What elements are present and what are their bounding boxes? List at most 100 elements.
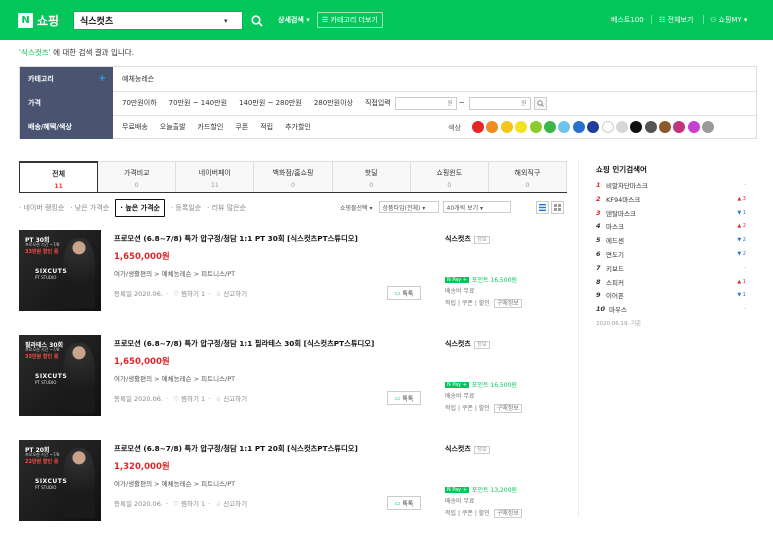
sort-high-price[interactable]: · 높은 가격순 [115, 199, 165, 217]
sort-reviews[interactable]: · 리뷰 많은순 [207, 203, 246, 213]
mall-name[interactable]: 식스컷츠 정보 [445, 234, 490, 244]
plus-icon[interactable]: + [98, 74, 106, 84]
talktalk-button[interactable]: ▭ 톡톡 [387, 496, 421, 510]
tab-6[interactable]: 해외직구 0 [488, 161, 567, 192]
tab-5[interactable]: 쇼핑윈도 0 [410, 161, 489, 192]
popular-keyword-item[interactable]: 7 키보드 - [596, 263, 746, 273]
price-max-input[interactable]: 원 [468, 96, 531, 110]
color-swatch[interactable] [630, 121, 643, 133]
popular-keywords-panel: 쇼핑 인기검색어 1 비말차단마스크 -2 KF94마스크 ▲ 3 3 덴탈마스크 ▼ 14마… [578, 160, 758, 517]
product-title[interactable]: 프로모션 (6.8~7/8) 특가 압구정/청담 1:1 PT 20회 [식스컷… [114, 444, 358, 454]
popular-keyword-item[interactable]: 6 면도기 ▼ 2 [596, 249, 746, 259]
product-title[interactable]: 프로모션 (6.8~7/8) 특가 압구정/청담 1:1 PT 30회 [식스컷… [114, 234, 358, 244]
product-price: 1,650,000원 [114, 252, 170, 262]
popular-keyword-item[interactable]: 5 에드센 ▼ 2 [596, 235, 746, 245]
per-page-select[interactable]: 40개씩 보기 ▾ [442, 201, 511, 213]
color-swatch[interactable] [687, 121, 700, 133]
report-button[interactable]: ♤ 신고하기 [215, 395, 247, 403]
list-view-icon[interactable] [536, 201, 549, 214]
color-swatch[interactable] [515, 121, 528, 133]
color-swatch[interactable] [558, 121, 571, 133]
popular-keyword-item[interactable]: 1 비말차단마스크 - [596, 180, 746, 190]
category-value[interactable]: 예체능레슨 [122, 74, 154, 84]
color-swatch[interactable] [615, 121, 628, 133]
tab-2[interactable]: 네이버페이 11 [176, 161, 255, 192]
shipping-option[interactable]: 적립 [260, 122, 273, 132]
purchase-info-button[interactable]: 구매정보 [493, 299, 522, 308]
product-price: 1,650,000원 [114, 357, 170, 367]
mall-info-tag[interactable]: 정보 [473, 341, 490, 349]
category-more-button[interactable]: ☰ 카테고리 더보기 [317, 12, 383, 28]
purchase-info-button[interactable]: 구매정보 [493, 404, 522, 413]
talktalk-button[interactable]: ▭ 톡톡 [387, 391, 421, 405]
color-swatch[interactable] [572, 121, 585, 133]
price-search-button[interactable] [533, 96, 547, 110]
tab-4[interactable]: 핫딜 0 [332, 161, 411, 192]
product-title[interactable]: 프로모션 (6.8~7/8) 특가 압구정/청담 1:1 필라테스 30회 [식… [114, 339, 374, 349]
mall-select[interactable]: 쇼핑몰선택 ▾ [340, 203, 373, 212]
shipping-option[interactable]: 무료배송 [122, 122, 148, 132]
search-button[interactable] [247, 11, 266, 30]
price-option[interactable]: 280만원이상 [314, 98, 353, 108]
popular-keyword-item[interactable]: 10 마우스 - [596, 304, 746, 314]
price-min-input[interactable]: 원 [394, 96, 457, 110]
product-thumbnail[interactable]: PT 30회 프로모션 기간 ~7/8 33만원 할인 중 SIXCUTS PT… [19, 230, 101, 311]
popular-keyword-item[interactable]: 3 덴탈마스크 ▼ 1 [596, 208, 746, 218]
sort-low-price[interactable]: · 낮은 가격순 [70, 203, 109, 213]
grid-view-icon[interactable] [551, 201, 564, 214]
tab-3[interactable]: 백화점/홈쇼핑 0 [254, 161, 333, 192]
color-swatch[interactable] [702, 121, 715, 133]
product-thumbnail[interactable]: PT 20회 프로모션 기간 ~7/8 22만원 할인 중 SIXCUTS PT… [19, 440, 101, 521]
tab-0[interactable]: 전체 11 [19, 161, 99, 192]
advanced-search-link[interactable]: 상세검색 ▾ [278, 15, 310, 25]
color-swatch[interactable] [500, 121, 513, 133]
color-swatch[interactable] [486, 121, 499, 133]
product-type-select[interactable]: 상품타입(전체) ▾ [378, 201, 439, 213]
sort-date[interactable]: · 등록일순 [171, 203, 201, 213]
color-swatch[interactable] [601, 121, 614, 133]
naver-shopping-logo[interactable]: N 쇼핑 [18, 12, 59, 29]
best100-link[interactable]: 베스트100 [611, 15, 644, 25]
mall-info-tag[interactable]: 정보 [473, 446, 490, 454]
wish-button[interactable]: ♡ 찜하기 1 [173, 290, 205, 298]
color-swatch[interactable] [673, 121, 686, 133]
shipping-option[interactable]: 카드할인 [198, 122, 224, 132]
all-categories-link[interactable]: ☷ 전체보기 [659, 15, 693, 25]
popular-keyword-item[interactable]: 4 마스크 ▲ 2 [596, 221, 746, 231]
talktalk-button[interactable]: ▭ 톡톡 [387, 286, 421, 300]
sort-ranking[interactable]: · 네이버 랭킹순 [19, 203, 64, 213]
my-shopping-link[interactable]: ⚇ 쇼핑MY ▾ [710, 15, 747, 25]
price-option[interactable]: 140만원 ~ 280만원 [239, 98, 302, 108]
tab-label: 백화점/홈쇼핑 [272, 169, 314, 177]
report-button[interactable]: ♤ 신고하기 [215, 500, 247, 508]
chevron-down-icon[interactable]: ▾ [224, 17, 228, 25]
wish-button[interactable]: ♡ 찜하기 1 [173, 500, 205, 508]
tilde: ~ [458, 99, 465, 107]
mall-name[interactable]: 식스컷츠 정보 [445, 339, 490, 349]
popular-keyword-item[interactable]: 2 KF94마스크 ▲ 3 [596, 194, 746, 204]
color-swatch[interactable] [659, 121, 672, 133]
color-swatch[interactable] [587, 121, 600, 133]
color-swatch[interactable] [472, 121, 484, 133]
color-swatch[interactable] [543, 121, 556, 133]
search-input[interactable] [74, 15, 224, 26]
shipping-option[interactable]: 쿠폰 [235, 122, 248, 132]
color-swatch[interactable] [529, 121, 542, 133]
tab-count: 0 [525, 182, 530, 189]
keyword-rank: 3 [596, 208, 601, 217]
color-swatch[interactable] [644, 121, 657, 133]
wish-button[interactable]: ♡ 찜하기 1 [173, 395, 205, 403]
keyword-text: 덴탈마스크 [606, 209, 636, 218]
shipping-option[interactable]: 추가할인 [285, 122, 311, 132]
product-thumbnail[interactable]: 필라테스 30회 프로모션 기간 ~7/8 33만원 할인 중 SIXCUTS … [19, 335, 101, 416]
tab-count: 0 [447, 182, 452, 189]
price-option[interactable]: 70만원 ~ 140만원 [169, 98, 227, 108]
shipping-option[interactable]: 오늘출발 [160, 122, 186, 132]
mall-info-tag[interactable]: 정보 [473, 236, 490, 244]
popular-keyword-item[interactable]: 8 스피커 ▲ 1 [596, 277, 746, 287]
tab-1[interactable]: 가격비교 0 [98, 161, 177, 192]
mall-name[interactable]: 식스컷츠 정보 [445, 444, 490, 454]
popular-keyword-item[interactable]: 9 이어폰 ▼ 1 [596, 290, 746, 300]
report-button[interactable]: ♤ 신고하기 [215, 290, 247, 298]
price-option[interactable]: 70만원이하 [122, 98, 157, 108]
